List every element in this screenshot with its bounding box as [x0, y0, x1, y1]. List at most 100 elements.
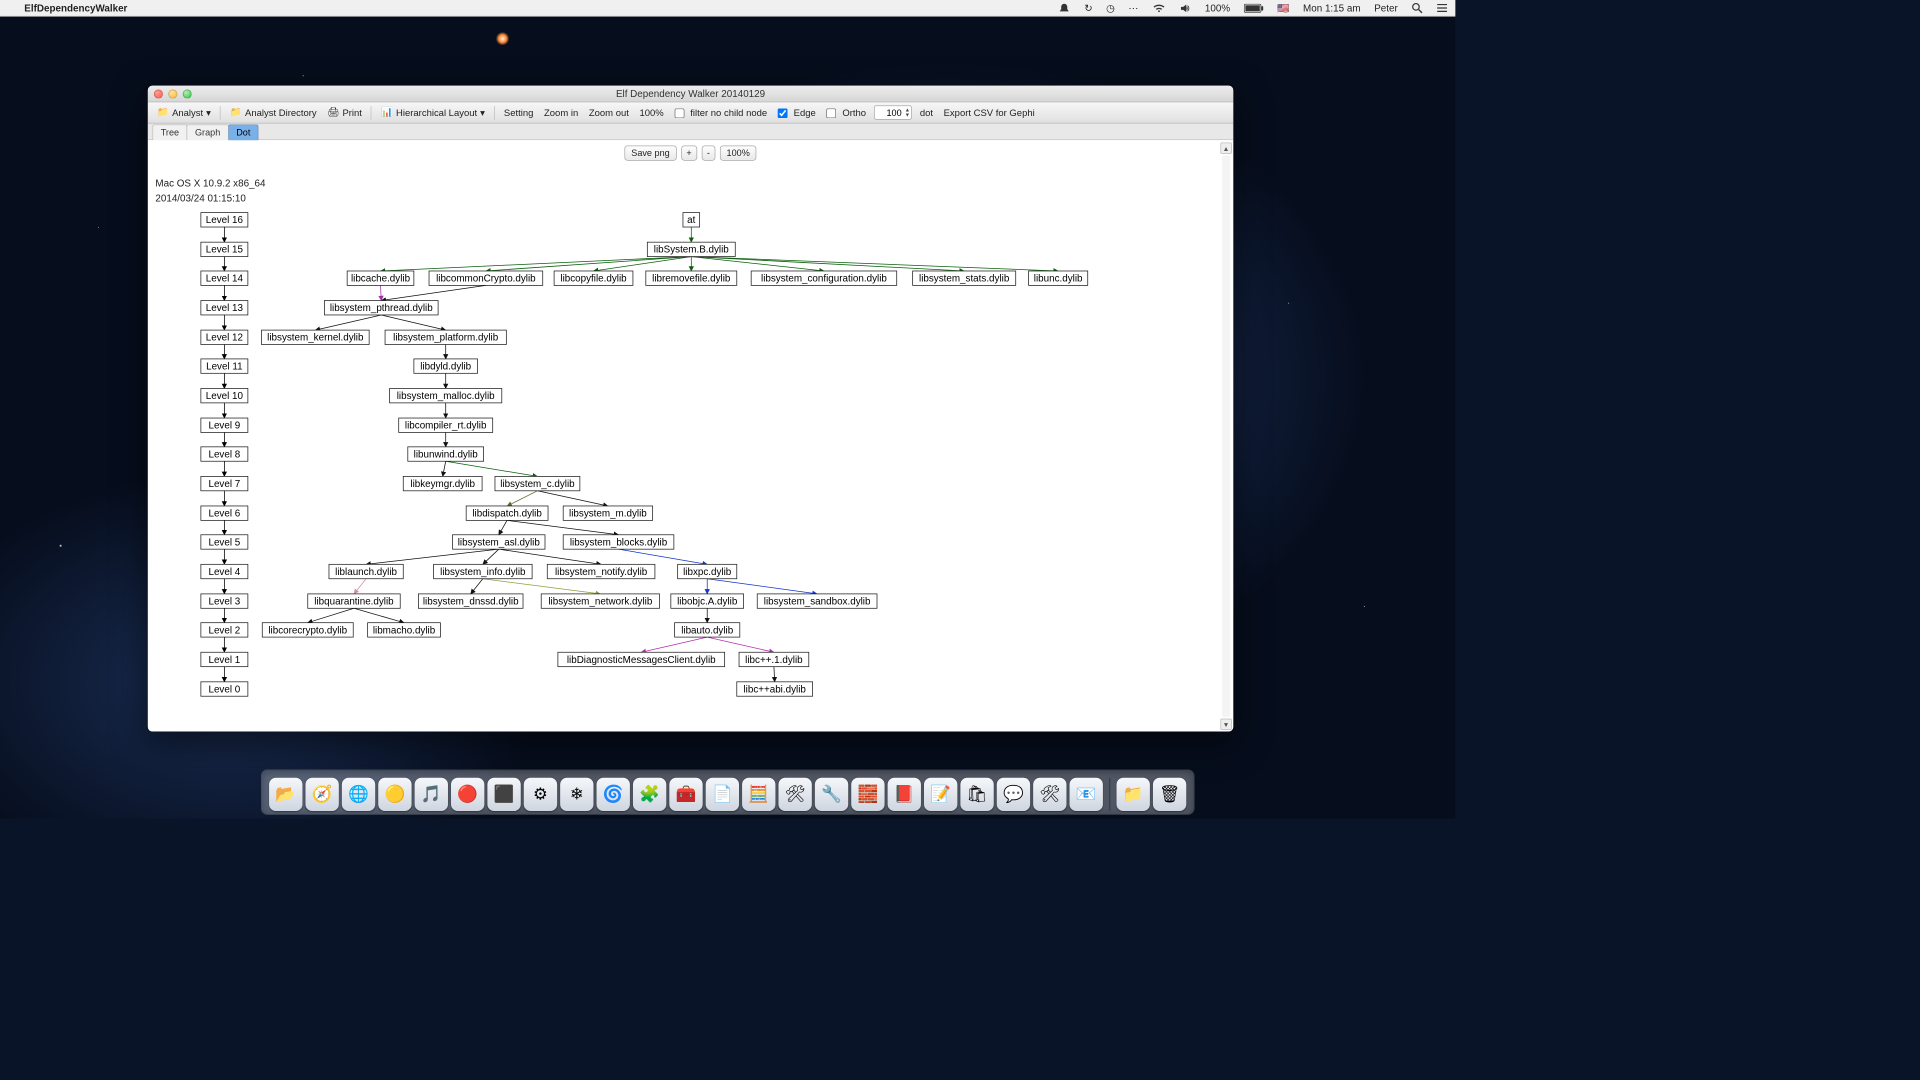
dock-item-calc[interactable]: 🧮: [742, 778, 775, 811]
dock-item-notes[interactable]: 📝: [924, 778, 957, 811]
filter-no-child-checkbox[interactable]: filter no child node: [671, 106, 770, 120]
dock-item-util[interactable]: 🔧: [815, 778, 848, 811]
dock-item-filezilla[interactable]: 🔴: [451, 778, 484, 811]
dock-item-terminal[interactable]: ⬛: [487, 778, 520, 811]
graph-node-pthread[interactable]: libsystem_pthread.dylib: [324, 301, 438, 315]
graph-node-sysB[interactable]: libSystem.B.dylib: [647, 242, 735, 256]
level-box[interactable]: Level 10: [201, 388, 248, 402]
dock-item-tools[interactable]: 🛠: [778, 778, 811, 811]
graph-node-asl[interactable]: libsystem_asl.dylib: [453, 535, 545, 549]
graph-node-unc[interactable]: libunc.dylib: [1029, 271, 1088, 285]
spinner-arrows-icon[interactable]: ▲▼: [905, 107, 910, 118]
sync-icon[interactable]: ↻: [1084, 2, 1092, 14]
graph-node-dnssd[interactable]: libsystem_dnssd.dylib: [418, 594, 523, 608]
graph-node-ccrypto[interactable]: libcommonCrypto.dylib: [429, 271, 543, 285]
notification-icon[interactable]: [1058, 3, 1070, 14]
dock-item-mail[interactable]: 📧: [1070, 778, 1103, 811]
zoom-spinner[interactable]: ▲▼: [874, 105, 913, 119]
graph-node-diag[interactable]: libDiagnosticMessagesClient.dylib: [558, 652, 725, 666]
ortho-checkbox[interactable]: Ortho: [823, 106, 869, 120]
graph-canvas[interactable]: Save png + - 100% Mac OS X 10.9.2 x86_64…: [148, 140, 1233, 731]
tab-dot[interactable]: Dot: [228, 124, 259, 140]
scroll-up-button[interactable]: ▲: [1220, 143, 1231, 154]
setting-button[interactable]: Setting: [501, 106, 537, 120]
dock-item-app4[interactable]: 🧩: [633, 778, 666, 811]
graph-node-network[interactable]: libsystem_network.dylib: [541, 594, 659, 608]
graph-node-platform[interactable]: libsystem_platform.dylib: [385, 330, 506, 344]
dock-item-finder[interactable]: 📂: [269, 778, 302, 811]
level-box[interactable]: Level 2: [201, 623, 248, 637]
graph-node-notify[interactable]: libsystem_notify.dylib: [547, 564, 655, 578]
menu-extra-icon[interactable]: ⋯: [1128, 2, 1138, 14]
dock-item-msg[interactable]: 💬: [997, 778, 1030, 811]
window-titlebar[interactable]: Elf Dependency Walker 20140129: [148, 86, 1233, 103]
dock-item-xcode[interactable]: 🛠: [1033, 778, 1066, 811]
battery-percentage[interactable]: 100%: [1205, 2, 1230, 13]
window-close-button[interactable]: [154, 89, 163, 98]
scroll-down-button[interactable]: ▼: [1220, 719, 1231, 730]
dock-item-books[interactable]: 📕: [888, 778, 921, 811]
zoom-in-button[interactable]: Zoom in: [541, 106, 581, 120]
analyst-dropdown[interactable]: 📁 Analyst ▾: [154, 105, 214, 120]
graph-node-cxxabi[interactable]: libc++abi.dylib: [737, 682, 813, 696]
graph-node-xpc[interactable]: libxpc.dylib: [678, 564, 737, 578]
window-zoom-button[interactable]: [183, 89, 192, 98]
dock-item-app5[interactable]: 🧰: [669, 778, 702, 811]
print-button[interactable]: 🖨 Print: [324, 105, 365, 120]
level-box[interactable]: Level 3: [201, 594, 248, 608]
graph-node-info[interactable]: libsystem_info.dylib: [434, 564, 533, 578]
dock-item-app1[interactable]: ⚙: [524, 778, 557, 811]
level-box[interactable]: Level 16: [201, 213, 248, 227]
dock-item-tool2[interactable]: 🧱: [851, 778, 884, 811]
spotlight-icon[interactable]: [1411, 2, 1422, 13]
graph-node-malloc[interactable]: libsystem_malloc.dylib: [390, 388, 502, 402]
layout-dropdown[interactable]: 📊 Hierarchical Layout ▾: [378, 105, 488, 120]
level-box[interactable]: Level 14: [201, 271, 248, 285]
level-box[interactable]: Level 15: [201, 242, 248, 256]
input-flag-icon[interactable]: 🇺🇸: [1277, 2, 1289, 14]
battery-full-icon[interactable]: [1244, 3, 1264, 12]
window-minimize-button[interactable]: [168, 89, 177, 98]
edge-checkbox[interactable]: Edge: [775, 106, 819, 120]
graph-node-stats[interactable]: libsystem_stats.dylib: [913, 271, 1016, 285]
app-menu-name[interactable]: ElfDependencyWalker: [24, 2, 127, 13]
menubar-clock[interactable]: Mon 1:15 am: [1303, 2, 1361, 13]
graph-node-cxx[interactable]: libc++.1.dylib: [739, 652, 809, 666]
edge-input[interactable]: [778, 108, 788, 118]
level-box[interactable]: Level 5: [201, 535, 248, 549]
level-box[interactable]: Level 9: [201, 418, 248, 432]
graph-node-kernel[interactable]: libsystem_kernel.dylib: [262, 330, 370, 344]
wifi-icon[interactable]: [1152, 3, 1166, 14]
graph-node-sysconf[interactable]: libsystem_configuration.dylib: [751, 271, 897, 285]
level-box[interactable]: Level 4: [201, 564, 248, 578]
tab-tree[interactable]: Tree: [152, 124, 187, 140]
dock-item-earth[interactable]: 🌐: [342, 778, 375, 811]
dock-trash[interactable]: 🗑: [1153, 778, 1186, 811]
level-box[interactable]: Level 7: [201, 476, 248, 490]
scroll-track[interactable]: [1222, 155, 1230, 717]
clock-sync-icon[interactable]: ◷: [1106, 2, 1115, 14]
dock-item-app2[interactable]: ❄: [560, 778, 593, 811]
graph-node-auto[interactable]: libauto.dylib: [675, 623, 740, 637]
level-box[interactable]: Level 6: [201, 506, 248, 520]
graph-node-blocks[interactable]: libsystem_blocks.dylib: [563, 535, 674, 549]
graph-node-corecrypto[interactable]: libcorecrypto.dylib: [262, 623, 353, 637]
zoom-100-button[interactable]: 100%: [636, 106, 666, 120]
dock-item-safari[interactable]: 🧭: [305, 778, 338, 811]
vertical-scrollbar[interactable]: ▲ ▼: [1220, 143, 1231, 730]
graph-node-cache[interactable]: libcache.dylib: [347, 271, 414, 285]
dock-item-store[interactable]: 🛍: [960, 778, 993, 811]
graph-node-sysm[interactable]: libsystem_m.dylib: [563, 506, 652, 520]
export-csv-button[interactable]: Export CSV for Gephi: [941, 106, 1038, 120]
filter-no-child-input[interactable]: [674, 108, 684, 118]
notification-center-icon[interactable]: [1436, 3, 1447, 13]
level-box[interactable]: Level 11: [201, 359, 248, 373]
graph-node-dispatch[interactable]: libdispatch.dylib: [466, 506, 548, 520]
graph-node-dyld[interactable]: libdyld.dylib: [414, 359, 478, 373]
menubar-user[interactable]: Peter: [1374, 2, 1398, 13]
dot-button[interactable]: dot: [917, 106, 936, 120]
graph-node-at[interactable]: at: [683, 213, 700, 227]
graph-node-keymgr[interactable]: libkeymgr.dylib: [403, 476, 482, 490]
dock-item-app6[interactable]: 📄: [706, 778, 739, 811]
zoom-spinner-input[interactable]: [879, 107, 902, 118]
